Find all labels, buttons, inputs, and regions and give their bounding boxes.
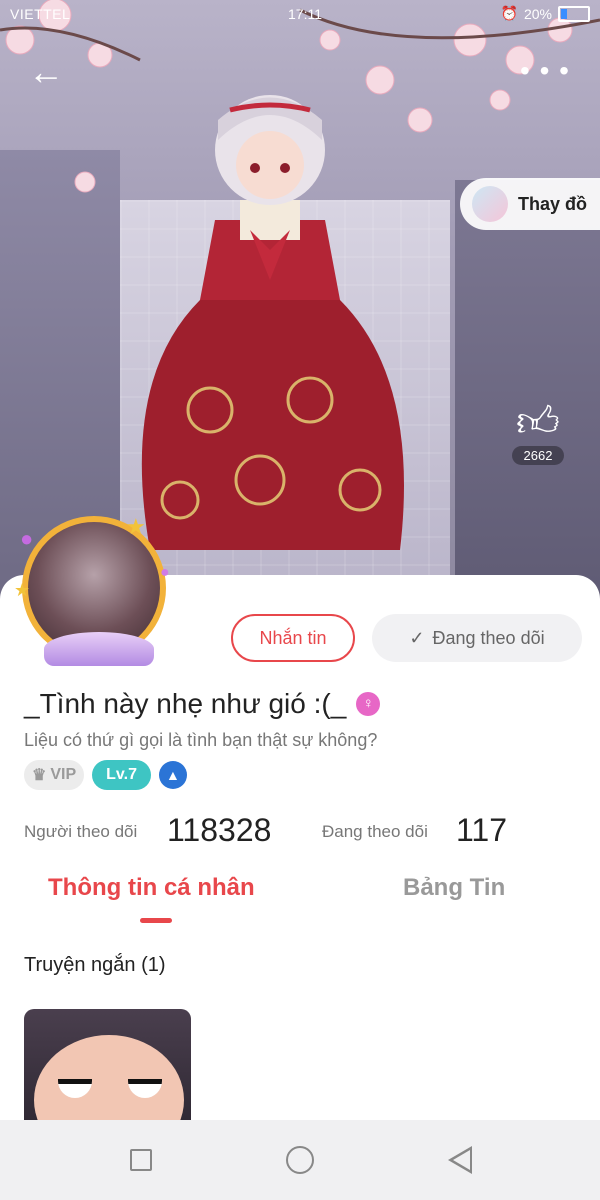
battery-percent: 20% bbox=[523, 5, 552, 22]
battery-indicator: ⏰ 20% bbox=[501, 5, 590, 22]
following-count[interactable]: 117 bbox=[456, 812, 507, 849]
change-outfit-button[interactable]: Thay đồ bbox=[460, 178, 600, 230]
like-button[interactable]: 👍︎ 2662 bbox=[506, 398, 570, 465]
vip-label: VIP bbox=[50, 766, 77, 783]
section-title: Truyện ngắn (1) bbox=[24, 954, 166, 976]
follow-stats: Người theo dõi 118328 Đang theo dõi 117 bbox=[24, 812, 584, 852]
like-count: 2662 bbox=[511, 446, 565, 465]
female-icon: ♀ bbox=[356, 692, 381, 716]
background-pillar-right bbox=[455, 180, 600, 600]
outfit-thumbnail bbox=[472, 186, 508, 222]
system-navigation-bar bbox=[0, 1120, 600, 1200]
badges-row: ♛ VIP Lv.7 ▲ bbox=[24, 760, 187, 790]
active-tab-indicator bbox=[140, 918, 172, 923]
battery-icon bbox=[558, 5, 590, 22]
message-button[interactable]: Nhắn tin bbox=[231, 614, 355, 662]
following-button[interactable]: ✓ Đang theo dõi bbox=[372, 614, 582, 662]
profile-name: _Tình này nhẹ như gió :(_ bbox=[24, 688, 347, 719]
nav-back-icon[interactable] bbox=[448, 1146, 472, 1174]
check-icon: ✓ bbox=[409, 627, 425, 648]
followers-count[interactable]: 118328 bbox=[167, 812, 271, 849]
avatar[interactable]: ● ★ ● ★ bbox=[14, 510, 184, 670]
profile-tabs: Thông tin cá nhân Bảng Tin bbox=[0, 860, 600, 927]
story-thumbnail[interactable] bbox=[24, 1009, 191, 1126]
following-label: Đang theo dõi bbox=[322, 822, 428, 841]
more-dots-icon[interactable]: • • • bbox=[520, 56, 570, 86]
status-bar: VIETTEL 17:11 ⏰ 20% bbox=[0, 0, 600, 30]
thumbs-up-icon: 👍︎ bbox=[516, 398, 560, 445]
short-stories-section: Truyện ngắn (1) bbox=[0, 926, 600, 1126]
avatar-character bbox=[141, 95, 404, 550]
clock-time: 17:11 bbox=[288, 6, 322, 22]
shield-badge-icon[interactable]: ▲ bbox=[158, 761, 187, 789]
level-badge[interactable]: Lv.7 bbox=[92, 760, 151, 790]
nav-home-icon[interactable] bbox=[286, 1146, 314, 1174]
star-icon: ★ bbox=[14, 580, 31, 600]
star-icon: ★ bbox=[126, 514, 146, 539]
profile-name-row: _Tình này nhẹ như gió :(_ ♀ bbox=[24, 688, 381, 720]
profile-bio: Liệu có thứ gì gọi là tình bạn thật sự k… bbox=[24, 730, 378, 750]
change-outfit-label: Thay đồ bbox=[518, 193, 588, 214]
carrier-label: VIETTEL bbox=[10, 6, 71, 22]
lollipop-icon: ● bbox=[20, 526, 34, 551]
candy-icon: ● bbox=[160, 564, 170, 581]
nav-square-icon[interactable] bbox=[130, 1149, 152, 1171]
crown-icon: ♛ bbox=[32, 767, 47, 784]
alarm-icon: ⏰ bbox=[500, 5, 518, 21]
vip-badge[interactable]: ♛ VIP bbox=[24, 760, 85, 790]
back-arrow-icon[interactable]: ← bbox=[28, 52, 68, 92]
following-button-label: Đang theo dõi bbox=[432, 627, 545, 648]
followers-label: Người theo dõi bbox=[24, 822, 138, 841]
tab-personal-info[interactable]: Thông tin cá nhân bbox=[48, 874, 255, 902]
tab-news-feed[interactable]: Bảng Tin bbox=[403, 874, 505, 902]
avatar-book-decoration bbox=[44, 632, 154, 666]
